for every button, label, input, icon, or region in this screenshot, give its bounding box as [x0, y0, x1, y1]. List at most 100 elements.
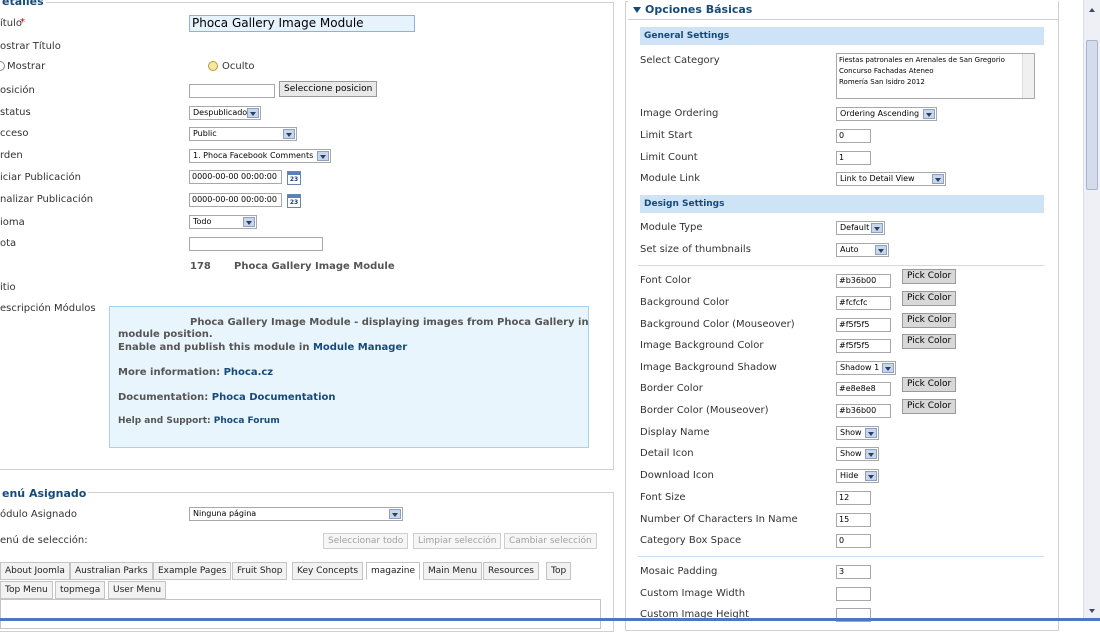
bg-mouseover-label: Background Color (Mouseover) [640, 319, 795, 330]
tab-top-menu[interactable]: Top Menu [0, 581, 53, 599]
menu-legend: enú Asignado [0, 487, 89, 500]
module-link-select[interactable]: Link to Detail View [836, 172, 946, 186]
calendar-icon[interactable]: 23 [287, 171, 301, 185]
scroll-up-icon[interactable] [1086, 4, 1098, 16]
phoca-documentation-link[interactable]: Phoca Documentation [212, 392, 336, 403]
img-shadow-value: Shadow 1 [840, 363, 880, 372]
nota-input[interactable] [189, 237, 323, 251]
scrollbar-thumb[interactable] [1086, 40, 1098, 190]
orden-value: 1. Phoca Facebook Comments [193, 151, 314, 160]
idioma-value: Todo [193, 217, 212, 226]
display-name-select[interactable]: Show [836, 426, 879, 440]
img-bg-color-label: Image Background Color [640, 340, 764, 351]
category-option[interactable]: Concurso Fachadas Ateneo [839, 66, 1020, 77]
module-id: 178 [190, 261, 211, 272]
section-divider [638, 556, 1044, 557]
menu-items-panel [0, 599, 601, 629]
module-description-box: Phoca Gallery Image Module - displaying … [109, 306, 589, 448]
bg-color-input[interactable]: #fcfcfc [836, 296, 891, 310]
pick-color-button[interactable]: Pick Color [902, 377, 957, 392]
limit-count-label: Limit Count [640, 152, 698, 163]
image-ordering-label: Image Ordering [640, 108, 719, 119]
img-bg-color-input[interactable]: #f5f5f5 [836, 339, 891, 353]
bg-mouseover-input[interactable]: #f5f5f5 [836, 318, 891, 332]
limit-start-input[interactable]: 0 [836, 129, 871, 143]
image-ordering-select[interactable]: Ordering Ascending [836, 107, 937, 121]
border-color-input[interactable]: #e8e8e8 [836, 382, 891, 396]
finalizar-input[interactable]: 0000-00-00 00:00:00 [189, 193, 282, 207]
select-all-button[interactable]: Seleccionar todo [323, 533, 409, 549]
titulo-input[interactable]: Phoca Gallery Image Module [189, 15, 415, 32]
calendar-icon[interactable]: 23 [287, 194, 301, 208]
download-icon-value: Hide [840, 471, 859, 480]
finalizar-label: nalizar Publicación [0, 194, 94, 205]
clear-selection-button[interactable]: Limpiar selección [413, 533, 502, 549]
category-option[interactable]: Fiestas patronales en Arenales de San Gr… [839, 55, 1020, 66]
info-line-3: Enable and publish this module in Module… [118, 342, 407, 353]
modulo-asignado-select[interactable]: Ninguna página [189, 507, 403, 521]
tab-top[interactable]: Top [546, 562, 572, 580]
category-listbox[interactable]: Fiestas patronales en Arenales de San Gr… [836, 53, 1035, 99]
posicion-input[interactable] [189, 84, 275, 98]
idioma-select[interactable]: Todo [189, 215, 257, 229]
module-link-value: Link to Detail View [840, 174, 915, 183]
tab-topmega[interactable]: topmega [55, 581, 106, 599]
iniciar-input[interactable]: 0000-00-00 00:00:00 [189, 170, 282, 184]
pick-color-button[interactable]: Pick Color [902, 313, 957, 328]
tab-key-concepts[interactable]: Key Concepts [292, 562, 364, 580]
pick-color-button[interactable]: Pick Color [902, 269, 957, 284]
thumb-size-select[interactable]: Auto [836, 243, 889, 257]
scroll-down-icon[interactable] [1086, 605, 1098, 617]
tab-main-menu[interactable]: Main Menu [423, 562, 483, 580]
cat-box-space-input[interactable]: 0 [836, 534, 871, 548]
custom-width-input[interactable] [836, 587, 871, 601]
chevron-down-icon [317, 151, 329, 161]
status-select[interactable]: Despublicado [189, 106, 261, 120]
border-mouseover-label: Border Color (Mouseover) [640, 405, 769, 416]
tab-australian-parks[interactable]: Australian Parks [70, 562, 153, 580]
module-type-select[interactable]: Default [836, 221, 885, 235]
listbox-scrollbar[interactable] [1022, 54, 1034, 98]
radio-oculto[interactable] [208, 61, 218, 71]
tab-resources[interactable]: Resources [483, 562, 539, 580]
phoca-forum-link[interactable]: Phoca Forum [214, 416, 280, 426]
font-size-input[interactable]: 12 [836, 491, 871, 505]
page-scrollbar[interactable] [1083, 0, 1100, 621]
sitio-label: itio [0, 282, 16, 293]
menu-seleccion-label: enú de selección: [0, 535, 88, 546]
pick-color-button[interactable]: Pick Color [902, 291, 957, 306]
info-line-5-prefix: Documentation: [118, 392, 209, 403]
acceso-value: Public [193, 129, 217, 138]
idioma-label: ioma [0, 217, 25, 228]
mosaic-padding-input[interactable]: 3 [836, 565, 871, 579]
phoca-cz-link[interactable]: Phoca.cz [224, 367, 274, 378]
nota-label: ota [0, 238, 17, 249]
tab-about-joomla[interactable]: About Joomla [0, 562, 70, 580]
module-manager-link[interactable]: Module Manager [313, 342, 407, 353]
pick-color-button[interactable]: Pick Color [902, 399, 957, 414]
pick-color-button[interactable]: Pick Color [902, 334, 957, 349]
required-asterisk: * [20, 17, 25, 28]
thumb-size-label: Set size of thumbnails [640, 244, 751, 255]
titulo-label: ítulo [0, 18, 22, 29]
modulo-asignado-value: Ninguna página [193, 509, 257, 518]
tab-fruit-shop[interactable]: Fruit Shop [232, 562, 288, 580]
border-mouseover-input[interactable]: #b36b00 [836, 404, 891, 418]
detail-icon-select[interactable]: Show [836, 447, 879, 461]
num-chars-input[interactable]: 15 [836, 513, 871, 527]
font-color-label: Font Color [640, 275, 692, 286]
acceso-select[interactable]: Public [189, 127, 297, 141]
download-icon-select[interactable]: Hide [836, 469, 879, 483]
category-option[interactable]: Romería San Isidro 2012 [839, 77, 1020, 88]
tab-user-menu[interactable]: User Menu [108, 581, 167, 599]
options-header[interactable]: Opciones Básicas [628, 1, 1058, 20]
orden-select[interactable]: 1. Phoca Facebook Comments [189, 149, 331, 163]
img-shadow-select[interactable]: Shadow 1 [836, 361, 896, 375]
num-chars-label: Number Of Characters In Name [640, 514, 798, 525]
tab-magazine[interactable]: magazine [366, 562, 420, 580]
tab-example-pages[interactable]: Example Pages [153, 562, 232, 580]
change-selection-button[interactable]: Cambiar selección [504, 533, 597, 549]
limit-count-input[interactable]: 1 [836, 151, 871, 165]
font-color-input[interactable]: #b36b00 [836, 274, 891, 288]
select-position-button[interactable]: Seleccione posicion [279, 81, 378, 97]
